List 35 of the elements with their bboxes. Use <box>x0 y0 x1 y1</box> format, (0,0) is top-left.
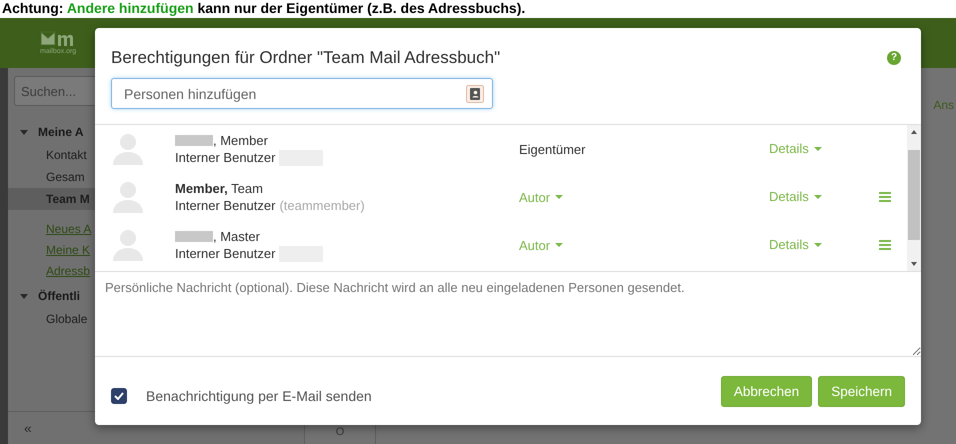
warning-link[interactable]: Andere hinzufügen <box>66 0 194 16</box>
menu-icon[interactable] <box>879 240 891 250</box>
caret-icon[interactable] <box>20 130 28 134</box>
menu-icon[interactable] <box>879 192 891 202</box>
caret-icon[interactable] <box>20 294 28 298</box>
dialog-title: Berechtigungen für Ordner "Team Mail Adressbuch" <box>111 48 502 68</box>
cancel-button[interactable]: Abbrechen <box>720 376 812 406</box>
check-icon <box>114 392 124 400</box>
role-dropdown[interactable]: Autor <box>519 190 564 204</box>
person-name: , Master <box>213 228 260 245</box>
help-button[interactable]: ? <box>887 51 901 65</box>
user-type: Interner Benutzer <box>175 149 276 166</box>
person-name: Member, Team <box>175 180 263 197</box>
toolbar-label[interactable]: Ans <box>933 98 954 444</box>
add-people-field[interactable]: Personen hinzufügen <box>111 78 493 109</box>
checkbox-label[interactable]: Benachrichtigung per E-Mail senden <box>146 388 372 404</box>
details-dropdown[interactable]: Details <box>769 237 822 252</box>
section-title: Öffentli <box>38 289 80 303</box>
person-name: , Member <box>213 132 268 149</box>
details-dropdown[interactable]: Details <box>769 189 822 204</box>
scrollbar[interactable] <box>907 125 921 271</box>
role-text: Eigentümer <box>519 142 586 156</box>
collapse-button[interactable]: « <box>24 420 32 436</box>
section-title: Meine A <box>38 125 84 139</box>
warning-text: Achtung: Andere hinzufügen kann nur der Eigentümer (z.B. des Adressbuchs). <box>1 0 526 18</box>
save-button[interactable]: Speichern <box>818 376 905 406</box>
user-type: Interner Benutzer <box>175 197 276 214</box>
logo-drawing <box>40 31 74 47</box>
username-text: (teammember) <box>279 197 365 214</box>
details-dropdown[interactable]: Details <box>769 141 822 156</box>
user-type: Interner Benutzer <box>175 245 276 262</box>
address-book-icon[interactable] <box>466 84 484 102</box>
role-dropdown[interactable]: Autor <box>519 238 564 252</box>
message-field[interactable]: Persönliche Nachricht (optional). Diese Nachricht wird an alle neu eingeladenen Personen gesendet. <box>95 272 921 357</box>
checkbox[interactable] <box>111 388 127 404</box>
